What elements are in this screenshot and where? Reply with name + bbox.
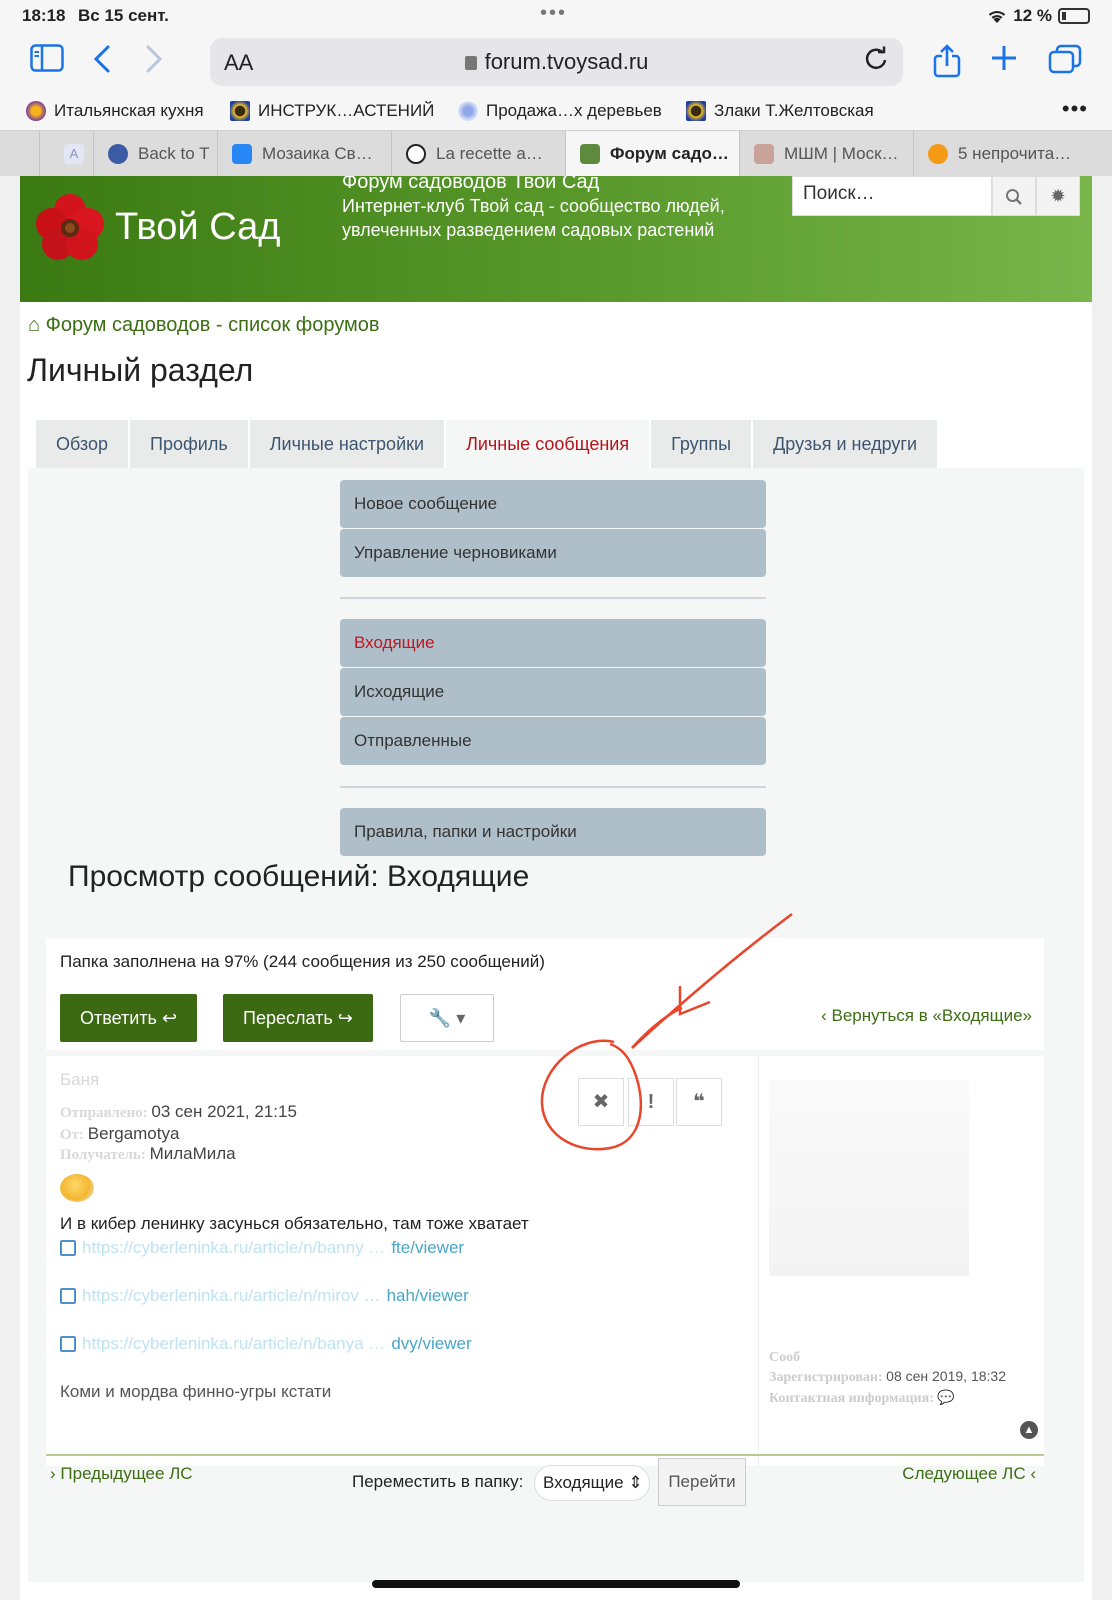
mshm-favicon-icon [754,143,774,164]
tab-label: 5 непрочита… [958,143,1072,163]
tab-label: Форум садо… [610,143,729,163]
move-go-button[interactable]: Перейти [658,1458,746,1506]
italian-food-favicon-icon [26,101,46,121]
bookmark-item[interactable]: Продажа…х деревьев [458,101,662,121]
wordpress-favicon-icon [108,143,128,164]
tree-favicon-icon [458,101,478,121]
letter-a-favicon-icon: A [64,143,84,164]
address-bar[interactable]: AA forum.tvoysad.ru [210,38,903,86]
reload-icon[interactable] [863,46,889,79]
next-pm-link[interactable]: Следующее ЛС ‹ [902,1464,1036,1484]
bookmark-label: Злаки Т.Желтовская [714,101,874,120]
move-to-folder-label: Переместить в папку: [352,1472,524,1491]
tab-bar: A Back to T Мозаика Св… La recette a… Фо… [0,130,1112,176]
more-bookmarks-icon[interactable]: ••• [1062,96,1088,122]
browser-toolbar: AA forum.tvoysad.ru [0,32,1112,92]
url-text: forum.tvoysad.ru [484,49,649,74]
tab-item[interactable]: МШМ | Моск… [740,131,914,176]
select-chevrons-icon: ⇕ [628,1473,643,1492]
bookmark-label: Итальянская кухня [54,101,204,120]
recipe-favicon-icon [406,143,426,164]
bookmark-item[interactable]: ИНСТРУК…АСТЕНИЙ [230,101,434,121]
multitasking-dots-icon[interactable]: ••• [540,2,567,25]
tab-item-active[interactable]: Форум садо… [566,131,740,176]
battery-percent: 12 % [1013,6,1052,25]
new-tab-icon[interactable] [990,44,1018,80]
status-time: 18:18 [22,6,66,25]
tab-item[interactable]: Мозаика Св… [218,131,392,176]
back-icon[interactable] [92,44,112,82]
annotation-overlay [540,913,793,1151]
home-indicator[interactable] [372,1580,740,1588]
bookmark-label: Продажа…х деревьев [486,101,662,120]
battery-icon [1058,8,1090,24]
sidebar-toggle-icon[interactable] [30,44,64,80]
tab-label: МШМ | Моск… [784,143,899,163]
favorites-bar: Итальянская кухня ИНСТРУК…АСТЕНИЙ Продаж… [0,92,1112,130]
forward-icon[interactable] [144,44,164,82]
tab-item[interactable]: 5 непрочита… [914,131,1112,176]
sunflower-favicon-icon [686,101,706,121]
lock-icon [464,56,477,70]
tab-item[interactable]: Back to T [94,131,218,176]
vk-favicon-icon [232,143,252,164]
chevron-left-icon: ‹ [1025,1464,1036,1483]
url-display[interactable]: forum.tvoysad.ru [210,49,903,75]
close-tab-icon[interactable] [580,143,600,164]
tab-pinned[interactable] [10,131,40,176]
nav-divider [46,1454,1044,1456]
bookmark-item[interactable]: Итальянская кухня [26,101,204,121]
tab-label: Back to T [138,143,210,163]
previous-pm-label: Предыдущее ЛС [60,1464,193,1483]
tab-label: Мозаика Св… [262,143,373,163]
ok-favicon-icon [928,143,948,164]
tab-label: La recette a… [436,143,543,163]
wifi-icon [987,9,1007,23]
web-page: Твой Сад Форум садоводов Твой Сад Интерн… [20,176,1092,1600]
next-pm-label: Следующее ЛС [902,1464,1026,1483]
status-bar: 18:18 Вс 15 сент. ••• 12 % [0,0,1112,32]
sunflower-favicon-icon [230,101,250,121]
tab-item[interactable]: A [50,131,94,176]
scroll-top-icon[interactable]: ▲ [1020,1421,1038,1439]
tab-item[interactable]: La recette a… [392,131,566,176]
bookmark-item[interactable]: Злаки Т.Желтовская [686,101,874,121]
bookmark-label: ИНСТРУК…АСТЕНИЙ [258,101,435,120]
previous-pm-link[interactable]: › Предыдущее ЛС [50,1464,193,1484]
status-indicators: 12 % [987,6,1090,26]
move-to-folder-select[interactable]: Входящие ⇕ [534,1465,650,1501]
status-date: Вс 15 сент. [78,6,169,25]
chevron-right-icon: › [50,1464,61,1483]
tab-overview-icon[interactable] [1048,44,1082,82]
move-select-value: Входящие [543,1473,624,1492]
share-icon[interactable] [932,44,962,86]
